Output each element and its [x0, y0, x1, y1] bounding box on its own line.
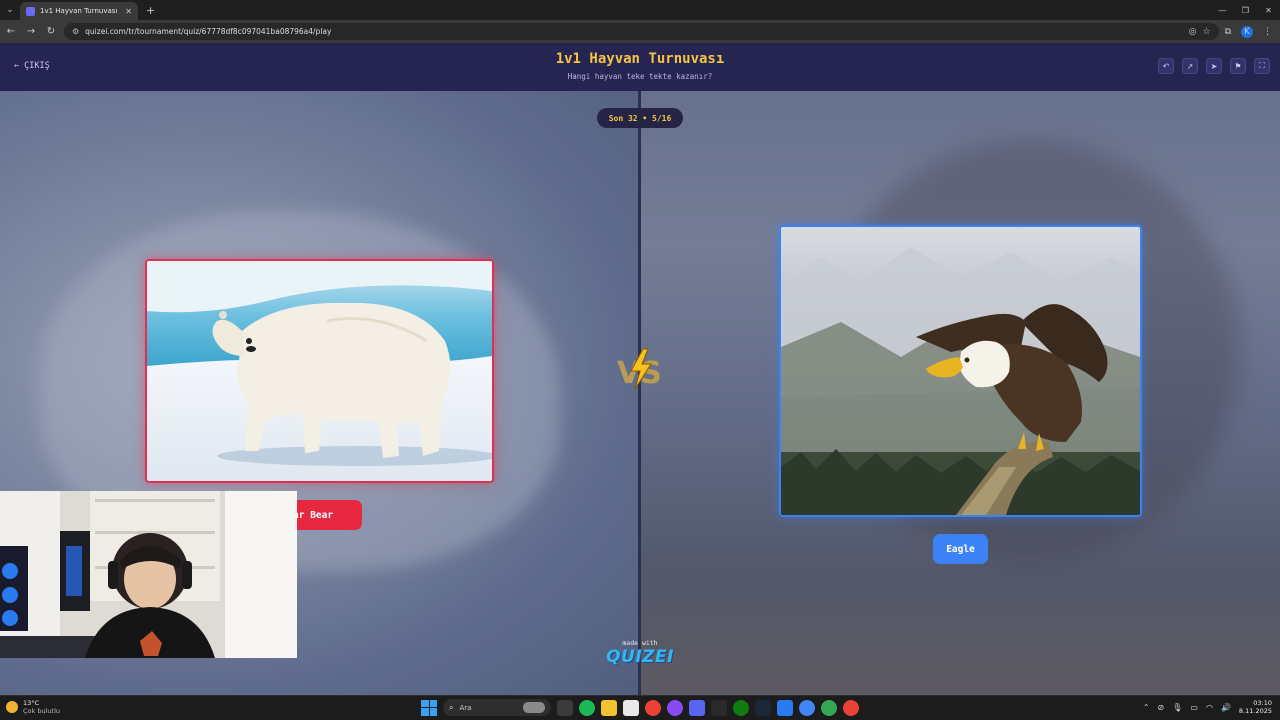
- start-button-icon[interactable]: [421, 699, 437, 716]
- share-icon[interactable]: ↗: [1182, 58, 1198, 74]
- eye-off-icon[interactable]: ◎: [1189, 27, 1197, 37]
- quiz-title: 1v1 Hayvan Turnuvası: [555, 51, 725, 67]
- calendar-app-icon[interactable]: [623, 699, 639, 716]
- active-app-icon[interactable]: [777, 699, 793, 716]
- weather-icon: [6, 701, 18, 713]
- restore-icon[interactable]: ❐: [1234, 0, 1257, 20]
- made-with-label: made with: [622, 639, 658, 647]
- vpn-icon[interactable]: [711, 699, 727, 716]
- taskbar-search[interactable]: ⌕ Ara: [443, 699, 551, 716]
- bookmark-star-icon[interactable]: ☆: [1202, 27, 1210, 37]
- steam-icon[interactable]: [755, 699, 771, 716]
- center-divider: [638, 91, 641, 695]
- task-view-icon[interactable]: [557, 699, 573, 716]
- browser-tab[interactable]: 1v1 Hayvan Turnuvası - Tier Lis ✕: [20, 2, 138, 20]
- search-icon: ⌕: [449, 702, 454, 712]
- streamer-camera-feed: [0, 491, 297, 658]
- left-choice-card[interactable]: [145, 259, 494, 483]
- screen: ⌄ 1v1 Hayvan Turnuvası - Tier Lis ✕ + — …: [0, 0, 1280, 720]
- window-controls: — ❐ ✕: [1211, 0, 1280, 20]
- close-tab-icon[interactable]: ✕: [125, 7, 132, 16]
- flag-icon[interactable]: ⚑: [1230, 58, 1246, 74]
- monitor-icon[interactable]: ▭: [1190, 703, 1198, 712]
- fullscreen-icon[interactable]: ⛶: [1254, 58, 1270, 74]
- minimize-icon[interactable]: —: [1211, 0, 1234, 20]
- weather-temp: 13°C: [23, 699, 40, 707]
- chevron-up-icon[interactable]: ⌃: [1143, 703, 1150, 712]
- send-icon[interactable]: ➤: [1206, 58, 1222, 74]
- back-icon[interactable]: ←: [4, 26, 18, 37]
- webcam-overlay: [0, 491, 297, 658]
- quiz-subtitle: Hangi hayvan teke tekte kazanır?: [567, 72, 713, 81]
- chrome-profile-icon[interactable]: [799, 699, 815, 716]
- spotify-icon[interactable]: [579, 699, 595, 716]
- wifi-icon[interactable]: ◠: [1206, 703, 1213, 712]
- chrome-alt-icon[interactable]: [843, 699, 859, 716]
- undo-icon[interactable]: ↶: [1158, 58, 1174, 74]
- chrome-icon[interactable]: [645, 699, 661, 716]
- extensions-icon[interactable]: ⧉: [1225, 27, 1231, 37]
- close-window-icon[interactable]: ✕: [1257, 0, 1280, 20]
- xbox-icon[interactable]: [733, 699, 749, 716]
- microphone-icon[interactable]: 🎙: [1172, 703, 1182, 712]
- discord-icon[interactable]: [689, 699, 705, 716]
- tab-title: 1v1 Hayvan Turnuvası - Tier Lis: [40, 7, 120, 15]
- reload-icon[interactable]: ↻: [44, 26, 58, 37]
- clock-date: 8.11.2025: [1238, 707, 1272, 715]
- site-info-icon[interactable]: ⚙: [72, 27, 79, 36]
- quiz-header: ← ÇIKIŞ 1v1 Hayvan Turnuvası Hangi hayva…: [0, 43, 1280, 91]
- vs-lightning-icon: VS: [617, 348, 662, 391]
- profile-avatar[interactable]: K: [1241, 25, 1253, 38]
- file-explorer-icon[interactable]: [601, 699, 617, 716]
- new-tab-icon[interactable]: +: [146, 4, 155, 17]
- browser-tab-bar: ⌄ 1v1 Hayvan Turnuvası - Tier Lis ✕ + — …: [0, 0, 1280, 20]
- clock[interactable]: 03:10 8.11.2025: [1239, 699, 1272, 715]
- search-placeholder: Ara: [459, 703, 472, 712]
- eagle-image: [781, 227, 1140, 515]
- weather-desc: Çok bulutlu: [23, 707, 60, 715]
- menu-kebab-icon[interactable]: ⋮: [1263, 27, 1272, 37]
- right-choice-card[interactable]: [779, 225, 1142, 517]
- right-choice-button[interactable]: Eagle: [933, 534, 988, 564]
- search-highlight-image: [523, 702, 545, 713]
- windows-taskbar: 13°C Çok bulutlu ⌕ Ara ⌃ ⊘ 🎙 ▭ ◠ 🔊 03:10…: [0, 695, 1280, 720]
- favicon-icon: [26, 6, 35, 16]
- made-with-branding[interactable]: made with QUIZEI: [600, 639, 680, 667]
- tab-search-icon[interactable]: ⌄: [0, 0, 20, 20]
- network-off-icon[interactable]: ⊘: [1158, 703, 1165, 712]
- browser-toolbar: ← → ↻ ⚙ quizei.com/tr/tournament/quiz/67…: [0, 20, 1280, 43]
- clock-time: 03:10: [1253, 699, 1272, 707]
- system-tray: ⌃ ⊘ 🎙 ▭ ◠ 🔊 03:10 8.11.2025: [1143, 699, 1272, 715]
- volume-icon[interactable]: 🔊: [1221, 703, 1231, 712]
- weather-widget[interactable]: 13°C Çok bulutlu: [6, 699, 60, 715]
- forward-icon[interactable]: →: [24, 26, 38, 37]
- browser-icon[interactable]: [821, 699, 837, 716]
- address-bar[interactable]: ⚙ quizei.com/tr/tournament/quiz/67778df8…: [64, 23, 1219, 40]
- quizei-logo: QUIZEI: [606, 647, 674, 667]
- app-icon[interactable]: [667, 699, 683, 716]
- round-badge: Son 32 • 5/16: [597, 108, 683, 128]
- polar-bear-image: [147, 261, 492, 481]
- url-text: quizei.com/tr/tournament/quiz/67778df8c0…: [85, 27, 332, 36]
